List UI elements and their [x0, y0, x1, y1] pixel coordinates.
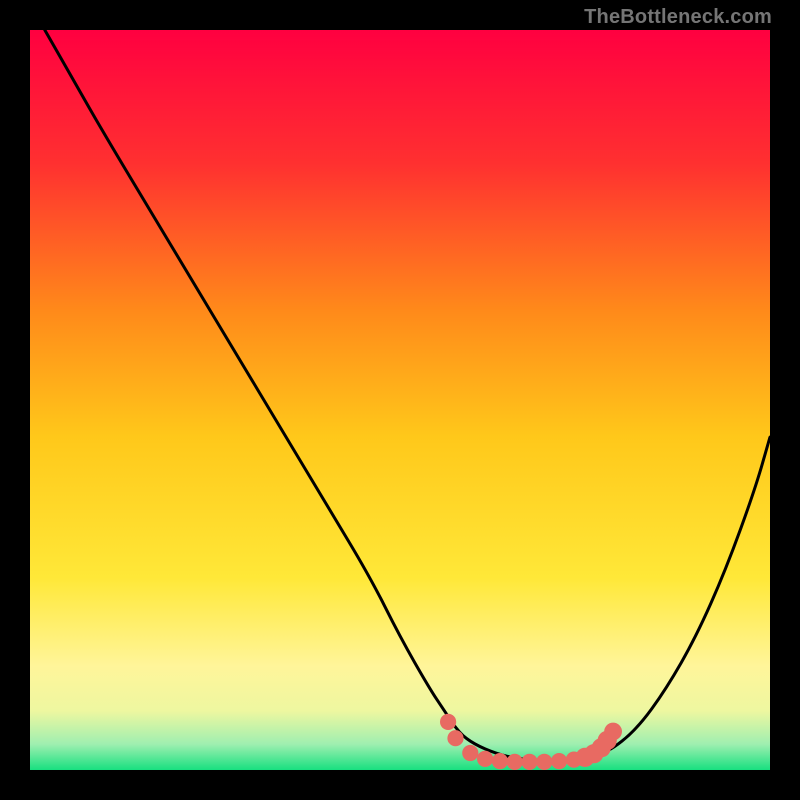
valley-marker-dot: [604, 723, 622, 741]
valley-marker-dot: [521, 754, 537, 770]
valley-marker-dot: [507, 754, 523, 770]
gradient-background: [30, 30, 770, 770]
attribution-label: TheBottleneck.com: [584, 6, 772, 29]
chart-container: TheBottleneck.com: [0, 0, 800, 800]
valley-marker-dot: [440, 714, 456, 730]
valley-marker-dot: [447, 730, 463, 746]
valley-marker-dot: [551, 753, 567, 769]
valley-marker-dot: [536, 754, 552, 770]
bottleneck-curve-chart: [30, 30, 770, 770]
valley-marker-dot: [462, 745, 478, 761]
plot-area: [30, 30, 770, 770]
valley-marker-dot: [492, 753, 508, 769]
valley-marker-dot: [477, 751, 493, 767]
